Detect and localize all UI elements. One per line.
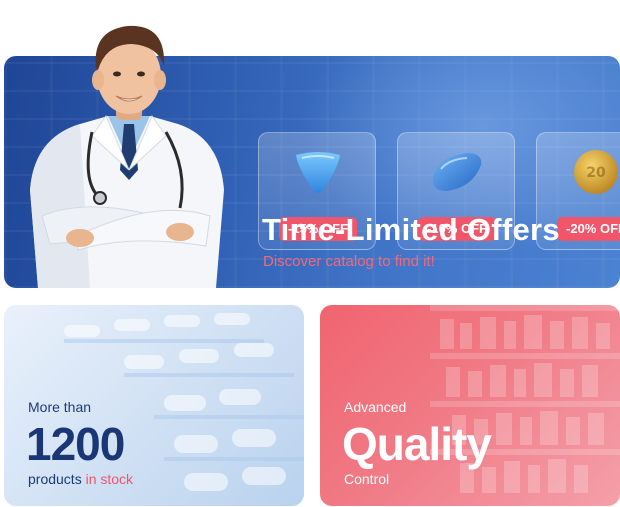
stock-caption-products: products (28, 471, 82, 487)
quality-intro-text: Advanced (344, 399, 407, 415)
product-count: 1200 (26, 418, 125, 470)
stock-intro-text: More than (28, 399, 92, 415)
hero-title: Time-Limited Offers (262, 212, 560, 247)
diamond-pill-icon (432, 153, 482, 191)
svg-text:20: 20 (586, 165, 606, 181)
quality-caption: Control (344, 471, 390, 487)
round-pill-icon: 20 (574, 150, 618, 194)
stock-card[interactable]: More than 1200 products in stock (4, 305, 304, 506)
quality-heading: Quality (342, 418, 492, 470)
stock-caption-highlight: in stock (85, 471, 134, 487)
quality-card[interactable]: Advanced Quality Control (320, 305, 620, 506)
triangle-pill-icon (296, 152, 340, 193)
hero-subtitle-link[interactable]: Discover catalog to find it! (263, 253, 435, 270)
discount-badge: -20% OFF (557, 217, 620, 241)
stock-caption: products in stock (28, 471, 133, 487)
doctor-illustration (30, 25, 224, 288)
